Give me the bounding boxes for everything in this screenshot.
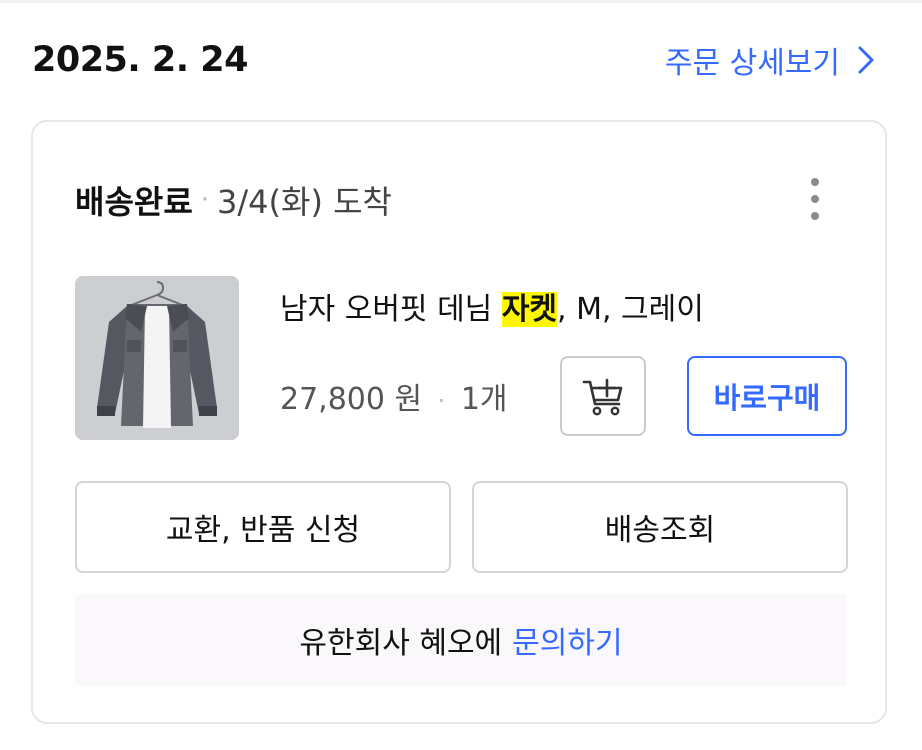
price-separator: ·: [437, 387, 446, 415]
more-options-icon[interactable]: [805, 178, 825, 220]
product-name[interactable]: 남자 오버핏 데님 자켓, M, 그레이: [280, 284, 704, 328]
seller-inquiry-text: 유한회사 혜오에: [299, 626, 503, 661]
order-detail-link[interactable]: 주문 상세보기: [665, 38, 874, 82]
seller-inquiry-banner: 유한회사 혜오에 문의하기: [75, 594, 847, 686]
product-price: 27,800 원: [280, 382, 423, 417]
product-thumbnail[interactable]: [75, 276, 239, 440]
buy-now-button[interactable]: 바로구매: [687, 356, 847, 436]
price-quantity-row: 27,800 원 · 1개: [280, 374, 508, 418]
denim-jacket-image: [75, 276, 239, 440]
order-date: 2025. 2. 24: [32, 40, 248, 80]
product-name-suffix: , M, 그레이: [557, 292, 704, 327]
delivery-tracking-button[interactable]: 배송조회: [472, 481, 848, 573]
delivery-status: 배송완료: [75, 183, 193, 221]
order-detail-label: 주문 상세보기: [664, 46, 840, 81]
product-quantity: 1개: [460, 382, 508, 417]
arrival-date: 3/4(화) 도착: [217, 183, 392, 221]
order-card: 배송완료 · 3/4(화) 도착 남자 오버핏 데님 자켓, M, 그레이 27…: [31, 120, 887, 724]
product-name-prefix: 남자 오버핏 데님: [280, 292, 502, 327]
delivery-status-row: 배송완료 · 3/4(화) 도착: [75, 177, 392, 223]
seller-inquiry-link[interactable]: 문의하기: [512, 618, 622, 662]
top-divider: [0, 0, 922, 3]
chevron-right-icon: [858, 46, 874, 74]
status-separator: ·: [200, 185, 210, 215]
exchange-return-button[interactable]: 교환, 반품 신청: [75, 481, 451, 573]
product-name-highlight: 자켓: [501, 292, 558, 327]
add-to-cart-button[interactable]: [560, 356, 646, 436]
cart-plus-icon: [582, 378, 623, 416]
